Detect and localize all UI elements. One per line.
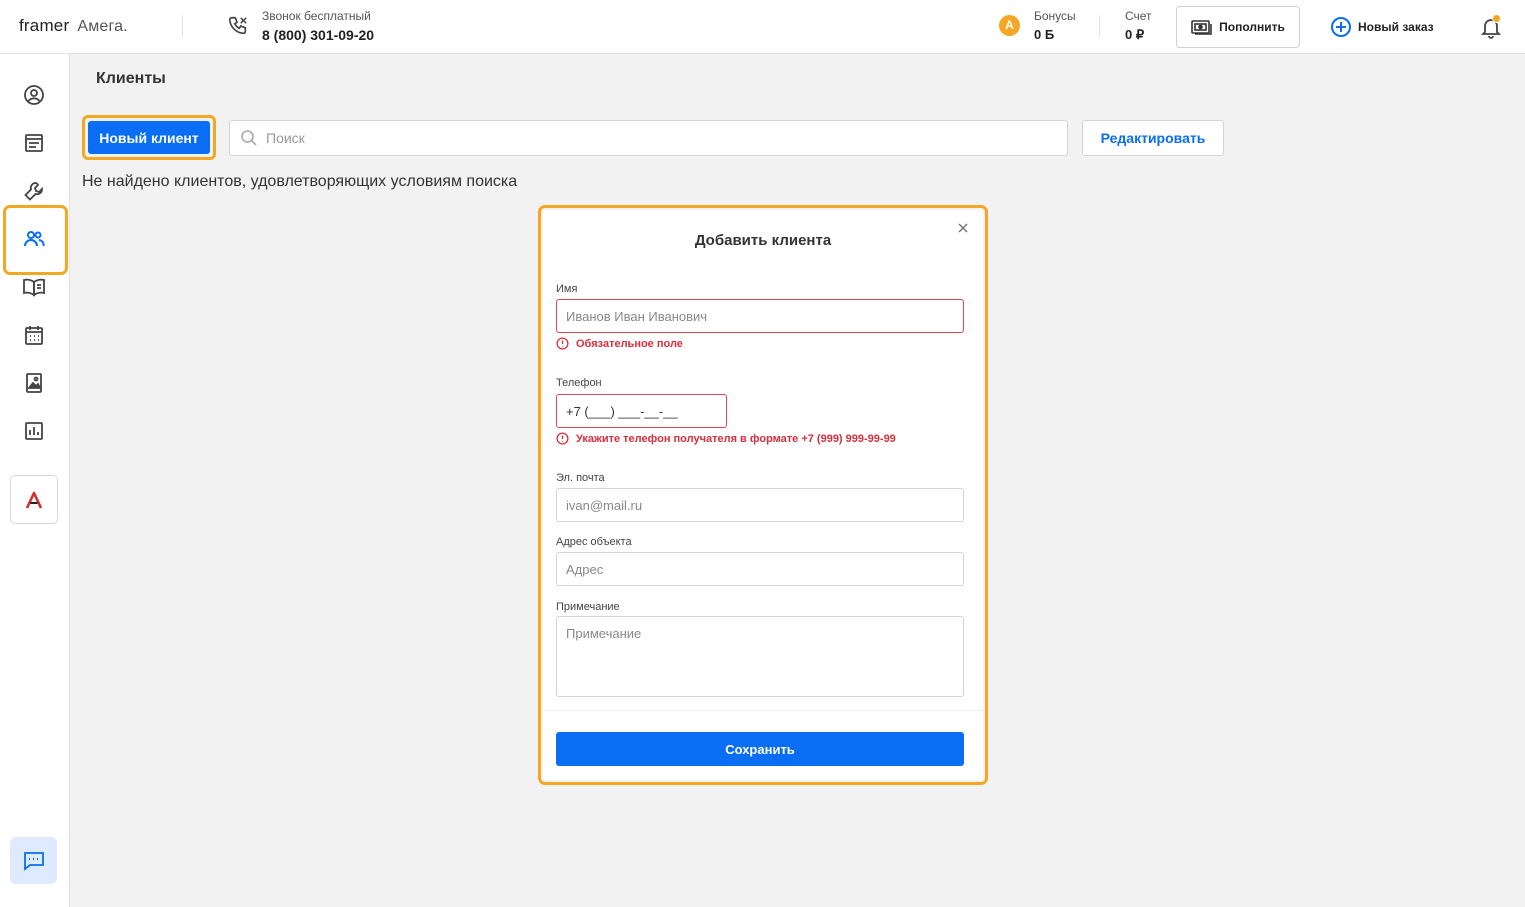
page-title: Клиенты <box>96 70 166 87</box>
bonus-label: Бонусы <box>1034 9 1076 23</box>
modal-divider <box>543 710 983 711</box>
account-label: Счет <box>1125 9 1152 23</box>
error-icon <box>556 432 569 445</box>
sidebar-item-orders[interactable] <box>22 131 46 155</box>
clients-icon <box>24 231 45 247</box>
bonus-value: 0 Б <box>1034 27 1055 42</box>
new-client-button[interactable]: Новый клиент <box>88 121 210 154</box>
book-icon <box>23 278 45 297</box>
brand-logo[interactable]: framer Амега. <box>19 16 128 36</box>
chat-icon <box>23 851 44 871</box>
bonus-icon: A <box>999 15 1020 36</box>
notification-dot <box>1492 14 1501 23</box>
calendar-icon <box>25 326 43 345</box>
search-box[interactable] <box>229 120 1068 156</box>
name-label: Имя <box>556 283 578 295</box>
search-input[interactable] <box>266 130 1046 146</box>
new-client-highlight: Новый клиент <box>82 115 216 160</box>
sidebar-item-services[interactable] <box>22 179 46 203</box>
phone-error-text: Укажите телефон получателя в формате +7 … <box>576 432 896 445</box>
note-label: Примечание <box>556 601 620 613</box>
sidebar-item-catalog[interactable] <box>22 275 46 299</box>
account-value: 0 ₽ <box>1125 27 1145 42</box>
add-client-modal: Добавить клиента Имя Обязательное поле Т… <box>543 210 983 780</box>
note-field[interactable] <box>556 616 964 697</box>
plus-circle-icon <box>1331 17 1351 37</box>
brand-a-icon <box>25 491 43 509</box>
wallet-icon <box>1191 20 1212 35</box>
sidebar-item-calendar[interactable] <box>22 323 46 347</box>
email-field[interactable] <box>556 488 964 522</box>
name-error-text: Обязательное поле <box>576 337 683 350</box>
chart-icon <box>25 422 43 440</box>
phone-field[interactable] <box>556 394 727 428</box>
address-label: Адрес объекта <box>556 536 632 548</box>
modal-highlight: Добавить клиента Имя Обязательное поле Т… <box>538 205 988 785</box>
brand-name: framer <box>19 16 70 35</box>
topup-button[interactable]: Пополнить <box>1176 6 1300 48</box>
user-circle-icon <box>24 85 44 105</box>
gallery-icon <box>26 373 42 393</box>
sidebar-item-profile[interactable] <box>22 83 46 107</box>
search-icon <box>241 130 257 146</box>
chat-button[interactable] <box>10 837 57 884</box>
new-order-button[interactable]: Новый заказ <box>1330 16 1434 38</box>
save-button[interactable]: Сохранить <box>556 732 964 766</box>
close-icon[interactable] <box>955 220 971 236</box>
sidebar-item-reports[interactable] <box>22 419 46 443</box>
phone-label: Телефон <box>556 377 602 389</box>
name-error: Обязательное поле <box>556 337 683 350</box>
wrench-icon <box>24 182 43 201</box>
edit-button[interactable]: Редактировать <box>1082 120 1224 156</box>
new-order-label: Новый заказ <box>1358 20 1434 34</box>
call-number[interactable]: 8 (800) 301-09-20 <box>262 27 374 43</box>
phone-icon <box>228 16 247 35</box>
email-label: Эл. почта <box>556 472 605 484</box>
sidebar-brand-button[interactable] <box>10 475 58 524</box>
sidebar-item-gallery[interactable] <box>22 371 46 395</box>
sidebar <box>0 54 70 907</box>
call-label: Звонок бесплатный <box>262 9 371 23</box>
sidebar-item-clients[interactable] <box>22 227 46 251</box>
topup-label: Пополнить <box>1219 20 1285 34</box>
address-field[interactable] <box>556 552 964 586</box>
top-header: framer Амега. Звонок бесплатный 8 (800) 3… <box>0 0 1525 54</box>
empty-message: Не найдено клиентов, удовлетворяющих усл… <box>82 173 518 190</box>
brand-sub: Амега. <box>77 18 128 35</box>
header-divider <box>182 15 183 37</box>
header-divider <box>1099 15 1100 37</box>
document-icon <box>25 134 43 152</box>
phone-error: Укажите телефон получателя в формате +7 … <box>556 432 896 445</box>
modal-title: Добавить клиента <box>694 232 832 249</box>
error-icon <box>556 337 569 350</box>
name-field[interactable] <box>556 299 964 333</box>
